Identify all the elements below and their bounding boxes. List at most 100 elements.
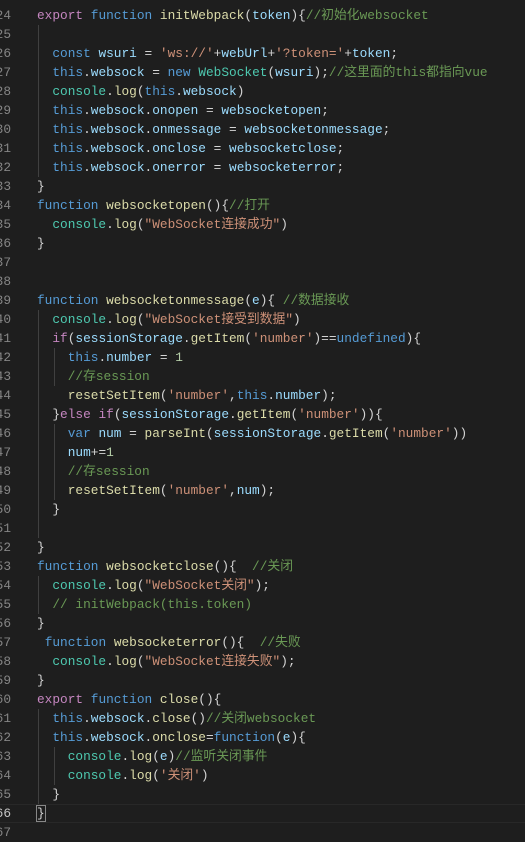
code-line[interactable]: 39 function websocketonmessage(e){ //数据接收 xyxy=(0,291,525,310)
token-p: , xyxy=(229,388,237,403)
token-str: "WebSocket连接失败" xyxy=(144,654,281,669)
token-p: ){ xyxy=(405,331,422,346)
token-p: ; xyxy=(321,103,329,118)
code-line[interactable]: 42 this.number = 1 xyxy=(0,348,525,367)
code-line[interactable]: 29 this.websock.onopen = websocketopen; xyxy=(0,101,525,120)
token-str: 'number' xyxy=(298,407,360,422)
code-text: console.log(e)//监听关闭事件 xyxy=(37,747,268,766)
code-line[interactable]: 44 resetSetItem('number',this.number); xyxy=(0,386,525,405)
token-st: this xyxy=(52,122,84,137)
code-line[interactable]: 38 xyxy=(0,272,525,291)
token-p: (){ xyxy=(205,198,230,213)
code-line[interactable]: 34 function websocketopen(){//打开 xyxy=(0,196,525,215)
token-str: "WebSocket接受到数据" xyxy=(144,312,294,327)
code-line[interactable]: 25 xyxy=(0,25,525,44)
token-p xyxy=(98,559,106,574)
code-line[interactable]: 35 console.log("WebSocket连接成功") xyxy=(0,215,525,234)
code-line[interactable]: 48 //存session xyxy=(0,462,525,481)
code-line[interactable]: 55 // initWebpack(this.token) xyxy=(0,595,525,614)
code-line[interactable]: 66} xyxy=(0,804,525,823)
token-var: websocketclose xyxy=(229,141,337,156)
token-fn: log xyxy=(113,312,137,327)
line-number: 25 xyxy=(0,27,11,42)
token-p xyxy=(37,217,52,232)
token-p xyxy=(98,293,106,308)
token-p: ( xyxy=(244,331,253,346)
line-number: 42 xyxy=(0,350,11,365)
code-text: var num = parseInt(sessionStorage.getIte… xyxy=(37,424,467,443)
code-line[interactable]: 30 this.websock.onmessage = websocketonm… xyxy=(0,120,525,139)
token-var: num xyxy=(236,483,260,498)
code-line[interactable]: 26 const wsuri = 'ws://'+webUrl+'?token=… xyxy=(0,44,525,63)
token-var: e xyxy=(159,749,168,764)
token-cm: //初始化websocket xyxy=(305,8,429,23)
line-number: 66 xyxy=(0,806,11,821)
code-line[interactable]: 62 this.websock.onclose=function(e){ xyxy=(0,728,525,747)
code-line[interactable]: 36} xyxy=(0,234,525,253)
token-p: . xyxy=(83,65,91,80)
code-line[interactable]: 67 xyxy=(0,823,525,842)
token-str: 'number' xyxy=(167,388,229,403)
token-cls: WebSocket xyxy=(198,65,268,80)
code-line[interactable]: 56} xyxy=(0,614,525,633)
code-line[interactable]: 63 console.log(e)//监听关闭事件 xyxy=(0,747,525,766)
line-number: 54 xyxy=(0,578,11,593)
code-line[interactable]: 49 resetSetItem('number',num); xyxy=(0,481,525,500)
code-line[interactable]: 58 console.log("WebSocket连接失败"); xyxy=(0,652,525,671)
token-st: undefined xyxy=(336,331,406,346)
code-line[interactable]: 61 this.websock.close()//关闭websocket xyxy=(0,709,525,728)
code-line[interactable]: 59} xyxy=(0,671,525,690)
token-p: = xyxy=(205,141,230,156)
code-line[interactable]: 24 export function initWebpack(token){//初… xyxy=(0,6,525,25)
token-var: websock xyxy=(90,122,145,137)
code-line[interactable]: 53 function websocketclose(){ //关闭 xyxy=(0,557,525,576)
token-st: this xyxy=(144,84,176,99)
token-cm: //存session xyxy=(67,464,150,479)
code-line[interactable]: 32 this.websock.onerror = websocketerror… xyxy=(0,158,525,177)
code-line[interactable]: 47 num+=1 xyxy=(0,443,525,462)
token-p: ( xyxy=(136,578,145,593)
token-p: . xyxy=(229,407,237,422)
line-number: 64 xyxy=(0,768,11,783)
line-number: 27 xyxy=(0,65,11,80)
token-p: ){ xyxy=(259,293,283,308)
code-line[interactable]: 64 console.log('关闭') xyxy=(0,766,525,785)
token-cm: //这里面的this都指向vue xyxy=(328,65,488,80)
code-line[interactable]: 60 export function close(){ xyxy=(0,690,525,709)
code-line[interactable]: 45 }else if(sessionStorage.getItem('numb… xyxy=(0,405,525,424)
token-p xyxy=(37,578,52,593)
line-number: 56 xyxy=(0,616,11,631)
token-fn: initWebpack xyxy=(159,8,245,23)
code-line[interactable]: 65 } xyxy=(0,785,525,804)
token-cls: console xyxy=(52,84,107,99)
token-var: sessionStorage xyxy=(121,407,230,422)
code-text: const wsuri = 'ws://'+webUrl+'?token='+t… xyxy=(37,44,398,63)
code-line[interactable]: 57 function websocketerror(){ //失败 xyxy=(0,633,525,652)
indent-guide xyxy=(38,576,39,614)
code-editor[interactable]: 2324export function initWebpack(token){/… xyxy=(0,0,525,842)
token-p: ( xyxy=(290,407,299,422)
token-p: . xyxy=(83,730,91,745)
code-text: this.websock.onopen = websocketopen; xyxy=(37,101,329,120)
line-number: 60 xyxy=(0,692,11,707)
code-line[interactable]: 46 var num = parseInt(sessionStorage.get… xyxy=(0,424,525,443)
code-line[interactable]: 41 if(sessionStorage.getItem('number')==… xyxy=(0,329,525,348)
code-line[interactable]: 28 console.log(this.websock) xyxy=(0,82,525,101)
code-line[interactable]: 43 //存session xyxy=(0,367,525,386)
code-line[interactable]: 37 xyxy=(0,253,525,272)
token-str: 'ws://' xyxy=(159,46,214,61)
line-number: 67 xyxy=(0,825,11,840)
token-str: 'number' xyxy=(390,426,452,441)
token-p xyxy=(37,711,52,726)
token-p: ( xyxy=(244,8,253,23)
code-line[interactable]: 50 } xyxy=(0,500,525,519)
token-p: ( xyxy=(152,768,160,783)
code-line[interactable]: 27 this.websock = new WebSocket(wsuri);/… xyxy=(0,63,525,82)
code-line[interactable]: 52} xyxy=(0,538,525,557)
code-line[interactable]: 33} xyxy=(0,177,525,196)
token-st: function xyxy=(37,198,99,213)
code-line[interactable]: 31 this.websock.onclose = websocketclose… xyxy=(0,139,525,158)
code-line[interactable]: 54 console.log("WebSocket关闭"); xyxy=(0,576,525,595)
code-line[interactable]: 40 console.log("WebSocket接受到数据") xyxy=(0,310,525,329)
code-line[interactable]: 51 xyxy=(0,519,525,538)
